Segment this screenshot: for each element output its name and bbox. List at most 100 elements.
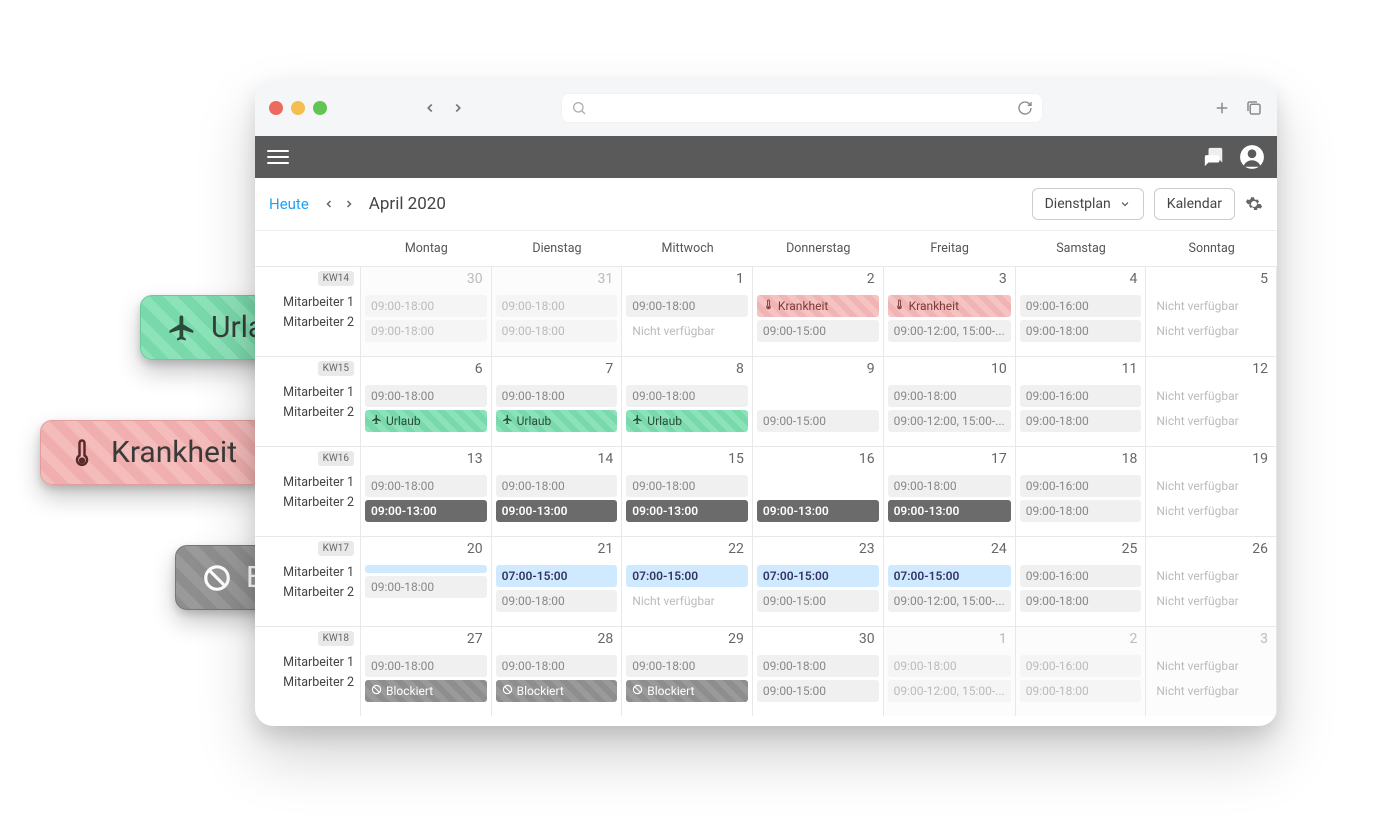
calendar-entry[interactable] bbox=[365, 565, 487, 573]
calendar-entry[interactable]: 09:00-15:00 bbox=[757, 320, 879, 342]
calendar-day-cell[interactable]: 27 09:00-18:00Blockiert bbox=[361, 626, 492, 716]
calendar-entry[interactable]: 09:00-18:00 bbox=[365, 385, 487, 407]
view-select[interactable]: Dienstplan bbox=[1032, 188, 1144, 220]
calendar-entry[interactable]: 09:00-12:00, 15:00-... bbox=[888, 680, 1011, 702]
calendar-entry[interactable]: 09:00-18:00 bbox=[496, 320, 618, 342]
calendar-entry[interactable]: 09:00-16:00 bbox=[1020, 475, 1142, 497]
calendar-entry[interactable]: Blockiert bbox=[626, 680, 748, 702]
calendar-entry[interactable]: 09:00-12:00, 15:00-... bbox=[888, 320, 1011, 342]
calendar-entry[interactable]: 09:00-18:00 bbox=[1020, 320, 1142, 342]
user-avatar-icon[interactable] bbox=[1239, 144, 1265, 170]
calendar-entry[interactable]: Nicht verfügbar bbox=[1150, 565, 1272, 587]
calendar-entry[interactable]: 09:00-18:00 bbox=[1020, 410, 1142, 432]
calendar-entry[interactable]: Nicht verfügbar bbox=[1150, 655, 1272, 677]
menu-button[interactable] bbox=[267, 150, 289, 164]
calendar-entry[interactable]: 09:00-16:00 bbox=[1020, 655, 1142, 677]
calendar-entry[interactable]: Nicht verfügbar bbox=[626, 590, 748, 612]
calendar-entry[interactable]: 09:00-18:00 bbox=[365, 576, 487, 598]
minimize-window-button[interactable] bbox=[291, 101, 305, 115]
calendar-entry[interactable]: 09:00-18:00 bbox=[496, 475, 618, 497]
today-button[interactable]: Heute bbox=[269, 195, 309, 213]
calendar-day-cell[interactable]: 7 09:00-18:00Urlaub bbox=[492, 356, 623, 446]
calendar-entry[interactable]: Urlaub bbox=[496, 410, 618, 432]
kalendar-button[interactable]: Kalendar bbox=[1154, 188, 1235, 220]
calendar-entry[interactable]: 09:00-16:00 bbox=[1020, 385, 1142, 407]
calendar-day-cell[interactable]: 20 09:00-18:00 bbox=[361, 536, 492, 626]
calendar-day-cell[interactable]: 10 09:00-18:0009:00-12:00, 15:00-... bbox=[884, 356, 1016, 446]
calendar-entry[interactable]: 07:00-15:00 bbox=[496, 565, 618, 587]
calendar-day-cell[interactable]: 6 09:00-18:00Urlaub bbox=[361, 356, 492, 446]
calendar-day-cell[interactable]: 24 07:00-15:0009:00-12:00, 15:00-... bbox=[884, 536, 1016, 626]
calendar-entry[interactable]: 09:00-12:00, 15:00-... bbox=[888, 590, 1011, 612]
calendar-day-cell[interactable]: 8 09:00-18:00Urlaub bbox=[622, 356, 753, 446]
calendar-entry[interactable]: Urlaub bbox=[365, 410, 487, 432]
calendar-entry[interactable]: 09:00-15:00 bbox=[757, 590, 879, 612]
calendar-entry[interactable]: 09:00-15:00 bbox=[757, 410, 879, 432]
calendar-entry[interactable]: 09:00-13:00 bbox=[757, 500, 879, 522]
calendar-day-cell[interactable]: 28 09:00-18:00Blockiert bbox=[492, 626, 623, 716]
calendar-day-cell[interactable]: 31 09:00-18:0009:00-18:00 bbox=[492, 266, 623, 356]
calendar-entry[interactable]: Nicht verfügbar bbox=[1150, 320, 1272, 342]
calendar-entry[interactable]: 09:00-18:00 bbox=[365, 475, 487, 497]
calendar-day-cell[interactable]: 22 07:00-15:00Nicht verfügbar bbox=[622, 536, 753, 626]
calendar-day-cell[interactable]: 2 09:00-16:0009:00-18:00 bbox=[1016, 626, 1147, 716]
calendar-day-cell[interactable]: 17 09:00-18:0009:00-13:00 bbox=[884, 446, 1016, 536]
calendar-day-cell[interactable]: 18 09:00-16:0009:00-18:00 bbox=[1016, 446, 1147, 536]
calendar-entry[interactable]: 09:00-18:00 bbox=[626, 655, 748, 677]
calendar-entry[interactable]: 09:00-18:00 bbox=[365, 295, 487, 317]
calendar-entry[interactable]: 09:00-18:00 bbox=[496, 590, 618, 612]
calendar-day-cell[interactable]: 21 07:00-15:0009:00-18:00 bbox=[492, 536, 623, 626]
new-tab-button[interactable] bbox=[1213, 99, 1231, 117]
calendar-entry[interactable]: 09:00-16:00 bbox=[1020, 565, 1142, 587]
close-window-button[interactable] bbox=[269, 101, 283, 115]
calendar-day-cell[interactable]: 14 09:00-18:0009:00-13:00 bbox=[492, 446, 623, 536]
calendar-day-cell[interactable]: 5 Nicht verfügbarNicht verfügbar bbox=[1146, 266, 1277, 356]
chat-icon[interactable] bbox=[1203, 146, 1225, 168]
calendar-entry[interactable]: 09:00-18:00 bbox=[365, 320, 487, 342]
calendar-day-cell[interactable]: 1 09:00-18:0009:00-12:00, 15:00-... bbox=[884, 626, 1016, 716]
calendar-entry[interactable]: 09:00-18:00 bbox=[888, 655, 1011, 677]
calendar-day-cell[interactable]: 3 Nicht verfügbarNicht verfügbar bbox=[1146, 626, 1277, 716]
calendar-entry[interactable]: 09:00-18:00 bbox=[1020, 680, 1142, 702]
calendar-entry[interactable]: 09:00-18:00 bbox=[1020, 500, 1142, 522]
calendar-entry[interactable]: 09:00-18:00 bbox=[496, 295, 618, 317]
back-button[interactable] bbox=[417, 95, 443, 121]
calendar-day-cell[interactable]: 11 09:00-16:0009:00-18:00 bbox=[1016, 356, 1147, 446]
calendar-entry[interactable]: Nicht verfügbar bbox=[1150, 590, 1272, 612]
calendar-day-cell[interactable]: 19 Nicht verfügbarNicht verfügbar bbox=[1146, 446, 1277, 536]
calendar-day-cell[interactable]: 4 09:00-16:0009:00-18:00 bbox=[1016, 266, 1147, 356]
calendar-entry[interactable]: 09:00-18:00 bbox=[626, 295, 748, 317]
calendar-entry[interactable]: Nicht verfügbar bbox=[1150, 295, 1272, 317]
calendar-entry[interactable]: 09:00-18:00 bbox=[888, 385, 1011, 407]
calendar-entry[interactable]: 09:00-18:00 bbox=[626, 385, 748, 407]
calendar-day-cell[interactable]: 16 x09:00-13:00 bbox=[753, 446, 884, 536]
url-bar[interactable] bbox=[561, 93, 1043, 123]
calendar-entry[interactable]: 09:00-12:00, 15:00-... bbox=[888, 410, 1011, 432]
calendar-entry[interactable]: 07:00-15:00 bbox=[888, 565, 1011, 587]
calendar-entry[interactable]: Nicht verfügbar bbox=[1150, 385, 1272, 407]
calendar-entry[interactable]: 09:00-13:00 bbox=[626, 500, 748, 522]
calendar-entry[interactable]: 09:00-18:00 bbox=[365, 655, 487, 677]
calendar-entry[interactable]: Krankheit bbox=[757, 295, 879, 317]
calendar-entry[interactable]: 09:00-18:00 bbox=[626, 475, 748, 497]
calendar-entry[interactable]: Nicht verfügbar bbox=[1150, 500, 1272, 522]
calendar-entry[interactable]: 07:00-15:00 bbox=[757, 565, 879, 587]
calendar-day-cell[interactable]: 15 09:00-18:0009:00-13:00 bbox=[622, 446, 753, 536]
calendar-day-cell[interactable]: 23 07:00-15:0009:00-15:00 bbox=[753, 536, 884, 626]
calendar-entry[interactable]: 09:00-18:00 bbox=[496, 385, 618, 407]
forward-button[interactable] bbox=[445, 95, 471, 121]
calendar-entry[interactable]: Blockiert bbox=[496, 680, 618, 702]
calendar-day-cell[interactable]: 29 09:00-18:00Blockiert bbox=[622, 626, 753, 716]
reload-button[interactable] bbox=[1017, 100, 1033, 116]
calendar-entry[interactable]: Nicht verfügbar bbox=[1150, 410, 1272, 432]
calendar-entry[interactable]: Nicht verfügbar bbox=[1150, 475, 1272, 497]
calendar-day-cell[interactable]: 30 09:00-18:0009:00-18:00 bbox=[361, 266, 492, 356]
calendar-day-cell[interactable]: 2 Krankheit09:00-15:00 bbox=[753, 266, 884, 356]
calendar-day-cell[interactable]: 26 Nicht verfügbarNicht verfügbar bbox=[1146, 536, 1277, 626]
next-month-button[interactable] bbox=[343, 198, 355, 210]
maximize-window-button[interactable] bbox=[313, 101, 327, 115]
calendar-entry[interactable]: 09:00-18:00 bbox=[888, 475, 1011, 497]
tabs-icon[interactable] bbox=[1245, 99, 1263, 117]
calendar-entry[interactable]: Blockiert bbox=[365, 680, 487, 702]
calendar-entry[interactable]: 09:00-13:00 bbox=[888, 500, 1011, 522]
